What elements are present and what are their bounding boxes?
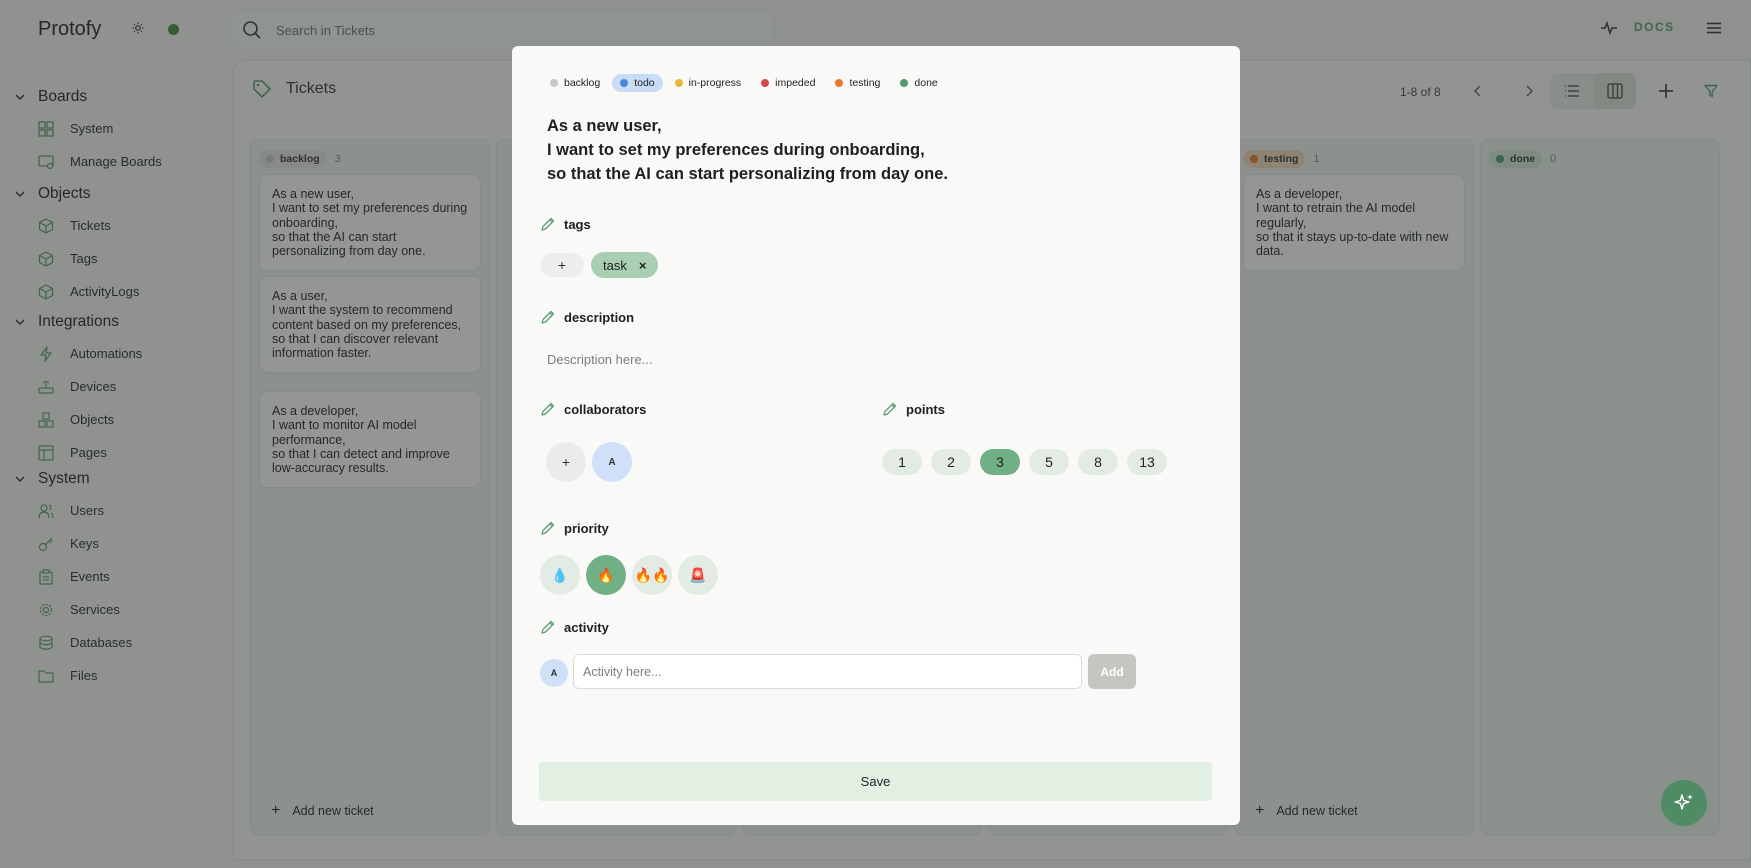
status-label: impeded (775, 77, 816, 89)
points-option[interactable]: 2 (931, 449, 971, 475)
tag-chip[interactable]: task × (591, 252, 659, 278)
activity-add-button[interactable]: Add (1088, 654, 1136, 689)
activity-label: activity (540, 619, 609, 635)
status-option-impeded[interactable]: impeded (753, 74, 823, 92)
status-dot (674, 79, 683, 87)
status-option-done[interactable]: done (892, 74, 945, 92)
points-selector: 1 2 3 5 8 13 (882, 449, 1176, 475)
status-label: todo (634, 77, 655, 89)
pencil-icon[interactable] (540, 619, 556, 635)
status-option-in-progress[interactable]: in-progress (667, 74, 750, 92)
add-tag-button[interactable]: + (540, 253, 584, 277)
description-label: description (540, 309, 634, 325)
collaborator-avatar[interactable]: A (592, 442, 632, 482)
remove-tag-icon[interactable]: × (639, 258, 647, 273)
points-option[interactable]: 8 (1078, 449, 1118, 475)
pencil-icon[interactable] (882, 401, 898, 417)
priority-option-low[interactable]: 💧 (540, 555, 580, 595)
status-option-todo[interactable]: todo (612, 74, 663, 92)
points-option[interactable]: 13 (1127, 449, 1167, 475)
status-dot (620, 79, 629, 87)
collaborators-label: collaborators (540, 401, 646, 417)
priority-option-medium[interactable]: 🔥 (586, 555, 626, 595)
status-dot (550, 79, 558, 87)
description-field[interactable]: Description here... (547, 352, 653, 367)
pencil-icon[interactable] (540, 216, 556, 232)
status-option-testing[interactable]: testing (827, 74, 888, 92)
priority-selector: 💧 🔥 🔥🔥 🚨 (540, 555, 724, 595)
status-dot (900, 79, 909, 87)
status-label: backlog (564, 77, 601, 89)
status-option-backlog[interactable]: backlog (542, 74, 608, 92)
priority-option-urgent[interactable]: 🚨 (678, 555, 718, 595)
activity-user-avatar: A (540, 659, 568, 687)
sparkles-icon (1674, 794, 1693, 810)
status-label: in-progress (688, 77, 742, 89)
save-button[interactable]: Save (539, 762, 1212, 801)
add-collaborator-button[interactable]: + (546, 442, 586, 482)
activity-input[interactable] (573, 654, 1082, 689)
pencil-icon[interactable] (540, 520, 556, 536)
priority-label: priority (540, 520, 609, 536)
ticket-title[interactable]: As a new user, I want to set my preferen… (547, 114, 948, 186)
priority-option-high[interactable]: 🔥🔥 (632, 555, 672, 595)
pencil-icon[interactable] (540, 401, 556, 417)
status-selector: backlog todo in-progress impeded testing done (542, 74, 950, 92)
points-option[interactable]: 1 (882, 449, 922, 475)
points-option[interactable]: 5 (1029, 449, 1069, 475)
ticket-modal: backlog todo in-progress impeded testing done… (512, 46, 1240, 825)
status-label: testing (849, 77, 881, 89)
pencil-icon[interactable] (540, 309, 556, 325)
points-option[interactable]: 3 (980, 449, 1020, 475)
ai-assistant-button[interactable] (1661, 780, 1707, 826)
points-label: points (882, 401, 945, 417)
status-dot (761, 79, 770, 87)
tags-label: tags (540, 216, 591, 232)
status-dot (835, 79, 844, 87)
status-label: done (914, 77, 938, 89)
